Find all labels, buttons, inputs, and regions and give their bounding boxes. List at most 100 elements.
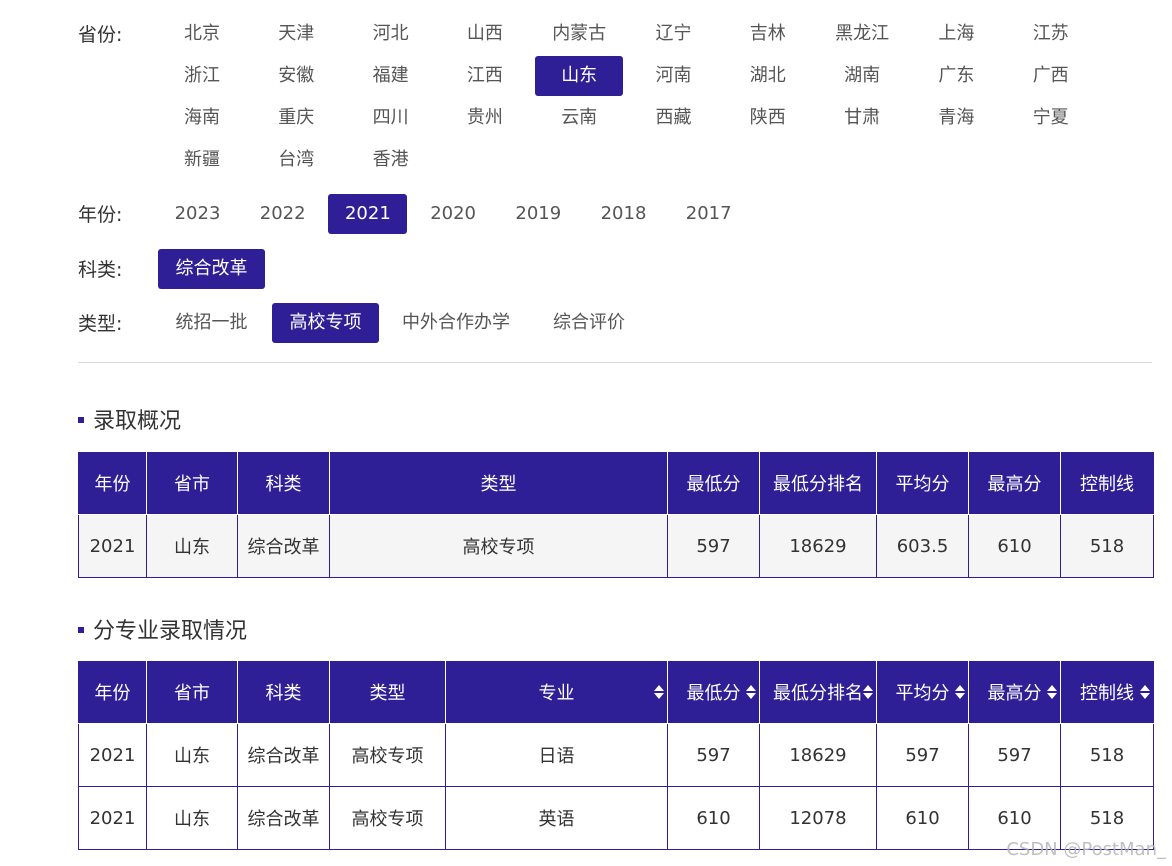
table-cell: 英语 <box>445 786 668 850</box>
year-option[interactable]: 2017 <box>669 194 748 234</box>
province-option[interactable]: 浙江 <box>158 56 246 96</box>
sort-descending-icon[interactable] <box>746 693 756 699</box>
table-row: 2021 山东 综合改革 高校专项 英语 610 12078 610 610 518 <box>78 786 1154 850</box>
province-option[interactable]: 安徽 <box>252 56 340 96</box>
column-header-label: 类型 <box>369 683 406 704</box>
sort-icon[interactable] <box>1047 685 1057 699</box>
province-option[interactable]: 山西 <box>441 14 529 54</box>
table-cell: 597 <box>968 723 1061 787</box>
major-admission-table: 年份 省市 科类 类型 专业 最低分 最低分排名 平均分 最高分 控制线 2021 山东 综合改革 高校… <box>78 661 1154 850</box>
province-option[interactable]: 江西 <box>441 56 529 96</box>
province-option[interactable]: 广西 <box>1007 56 1095 96</box>
table-cell: 603.5 <box>876 514 969 578</box>
sort-icon[interactable] <box>654 685 664 699</box>
table-cell: 综合改革 <box>237 514 330 578</box>
admission-summary-table: 年份 省市 科类 类型 最低分 最低分排名 平均分 最高分 控制线 2021 山东 综合改革 高校专项… <box>78 452 1154 578</box>
province-option[interactable]: 宁夏 <box>1007 98 1095 138</box>
sort-icon[interactable] <box>746 685 756 699</box>
sort-descending-icon[interactable] <box>863 693 873 699</box>
table-cell: 518 <box>1060 514 1154 578</box>
province-option[interactable]: 山东 <box>535 56 624 96</box>
table-cell: 610 <box>876 786 969 850</box>
table-cell: 597 <box>667 514 760 578</box>
sort-descending-icon[interactable] <box>1047 693 1057 699</box>
province-option[interactable]: 湖北 <box>724 56 812 96</box>
province-option[interactable]: 海南 <box>158 98 246 138</box>
table-cell: 日语 <box>445 723 668 787</box>
category-option[interactable]: 综合改革 <box>158 249 265 289</box>
table-row: 2021 山东 综合改革 高校专项 597 18629 603.5 610 518 <box>78 514 1154 578</box>
column-header-label: 最高分 <box>987 683 1042 704</box>
province-option[interactable]: 广东 <box>912 56 1000 96</box>
sortable-column-header[interactable]: 专业 <box>445 661 668 724</box>
table-cell: 高校专项 <box>329 786 446 850</box>
province-option[interactable]: 香港 <box>347 140 435 180</box>
province-option[interactable]: 上海 <box>912 14 1000 54</box>
sortable-column-header[interactable]: 平均分 <box>876 661 969 724</box>
table-cell: 综合改革 <box>237 723 330 787</box>
sort-ascending-icon[interactable] <box>654 685 664 691</box>
sortable-column-header[interactable]: 控制线 <box>1060 661 1154 724</box>
province-option[interactable]: 江苏 <box>1007 14 1095 54</box>
type-option[interactable]: 高校专项 <box>272 303 379 343</box>
province-option[interactable]: 新疆 <box>158 140 246 180</box>
section-marker-icon <box>78 417 84 423</box>
sort-ascending-icon[interactable] <box>1140 685 1150 691</box>
table-cell: 高校专项 <box>329 723 446 787</box>
year-option[interactable]: 2021 <box>328 194 408 234</box>
column-header-label: 最低分排名 <box>773 683 863 704</box>
province-option[interactable]: 台湾 <box>252 140 340 180</box>
year-option[interactable]: 2020 <box>414 194 493 234</box>
sort-icon[interactable] <box>863 685 873 699</box>
province-option[interactable]: 湖南 <box>818 56 906 96</box>
table-cell: 597 <box>667 723 760 787</box>
province-option[interactable]: 福建 <box>347 56 435 96</box>
province-option[interactable]: 吉林 <box>724 14 812 54</box>
sort-icon[interactable] <box>1140 685 1150 699</box>
section-marker-icon <box>78 627 84 633</box>
province-option[interactable]: 云南 <box>535 98 623 138</box>
sort-descending-icon[interactable] <box>654 693 664 699</box>
sortable-column-header[interactable]: 最高分 <box>968 661 1061 724</box>
province-option[interactable]: 辽宁 <box>630 14 718 54</box>
column-header-label: 专业 <box>538 683 575 704</box>
watermark: CSDN @PostMan_ <box>1006 839 1166 860</box>
province-option[interactable]: 河北 <box>347 14 435 54</box>
sort-ascending-icon[interactable] <box>863 685 873 691</box>
sort-descending-icon[interactable] <box>1140 693 1150 699</box>
column-header: 类型 <box>329 661 446 724</box>
province-option[interactable]: 青海 <box>912 98 1000 138</box>
sort-ascending-icon[interactable] <box>746 685 756 691</box>
province-option[interactable]: 河南 <box>630 56 718 96</box>
type-option[interactable]: 综合评价 <box>530 303 648 343</box>
province-option[interactable]: 陕西 <box>724 98 812 138</box>
table-cell: 18629 <box>759 723 877 787</box>
year-option[interactable]: 2018 <box>584 194 663 234</box>
sort-ascending-icon[interactable] <box>1047 685 1057 691</box>
year-option[interactable]: 2022 <box>243 194 322 234</box>
table-row: 2021 山东 综合改革 高校专项 日语 597 18629 597 597 518 <box>78 723 1154 787</box>
sortable-column-header[interactable]: 最低分 <box>667 661 760 724</box>
year-option[interactable]: 2019 <box>499 194 578 234</box>
sortable-column-header[interactable]: 最低分排名 <box>759 661 877 724</box>
province-option[interactable]: 天津 <box>252 14 340 54</box>
province-option[interactable]: 北京 <box>158 14 246 54</box>
province-option[interactable]: 贵州 <box>441 98 529 138</box>
province-option[interactable]: 四川 <box>347 98 435 138</box>
province-option[interactable]: 内蒙古 <box>535 14 623 54</box>
table-cell: 518 <box>1060 723 1154 787</box>
province-option[interactable]: 黑龙江 <box>818 14 906 54</box>
table-cell: 综合改革 <box>237 786 330 850</box>
sort-ascending-icon[interactable] <box>955 685 965 691</box>
year-option[interactable]: 2023 <box>158 194 237 234</box>
column-header: 最低分 <box>667 452 760 515</box>
column-header: 省市 <box>146 661 238 724</box>
table-cell: 山东 <box>146 514 238 578</box>
sort-icon[interactable] <box>955 685 965 699</box>
province-option[interactable]: 重庆 <box>252 98 340 138</box>
type-option[interactable]: 中外合作办学 <box>386 303 526 343</box>
province-option[interactable]: 西藏 <box>630 98 718 138</box>
sort-descending-icon[interactable] <box>955 693 965 699</box>
type-option[interactable]: 统招一批 <box>158 303 265 343</box>
province-option[interactable]: 甘肃 <box>818 98 906 138</box>
